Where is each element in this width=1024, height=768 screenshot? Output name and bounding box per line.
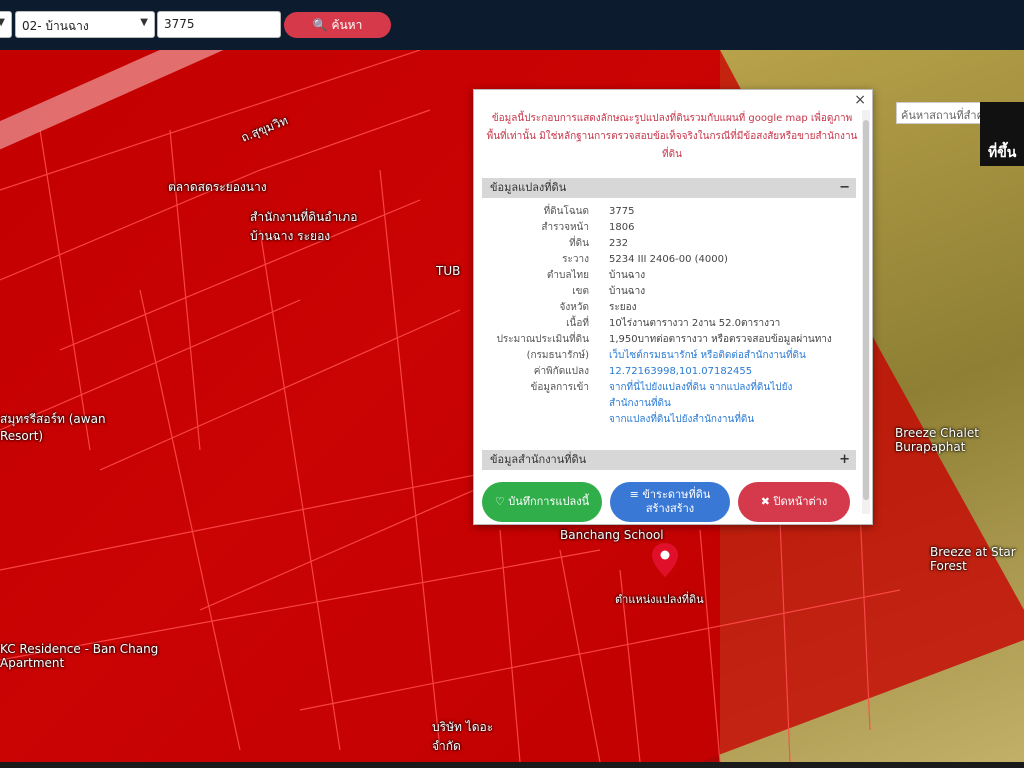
save-parcel-button[interactable]: ♡ บันทึกการแปลงนี้	[482, 482, 602, 522]
field-value: 3775	[609, 206, 635, 217]
field-value: บ้านฉาง	[609, 286, 646, 297]
field-value: 10ไร่งานตารางวา 2งาน 52.0ตารางวา	[609, 318, 781, 329]
field-label: ระวาง	[562, 254, 589, 265]
field-label: ค่าพิกัดแปลง	[533, 366, 589, 377]
field-value: 1806	[609, 222, 635, 233]
field-value: 1,950บาทต่อตารางวา หรือตรวจสอบข้อมูลผ่าน…	[609, 334, 832, 345]
close-window-button[interactable]: ✖ ปิดหน้าต่าง	[738, 482, 850, 522]
field-label: เขต	[572, 286, 589, 297]
chevron-down-icon: ▼	[0, 17, 5, 28]
disclaimer-text: ข้อมูลนี้ประกอบการแสดงลักษณะรูปแปลงที่ดิ…	[486, 113, 858, 160]
field-label: (กรมธนารักษ์)	[526, 350, 589, 361]
tub-label: TUB	[436, 264, 461, 278]
field-value: บ้านฉาง	[609, 270, 646, 281]
field-link[interactable]: 12.72163998,101.07182455	[609, 364, 854, 380]
field-label: ตำบลไทย	[546, 270, 589, 281]
field-label: ประมาณประเมินที่ดิน	[496, 334, 589, 345]
section-land-title: ข้อมูลแปลงที่ดิน	[490, 181, 567, 194]
field-link[interactable]: จากที่นี่ไปยังแปลงที่ดิน จากแปลงที่ดินไป…	[609, 380, 854, 396]
pin-label: ตำแหน่งแปลงที่ดิน	[615, 593, 704, 606]
section-office-header[interactable]: ข้อมูลสำนักงานที่ดิน +	[482, 450, 856, 470]
company-label: บริษัท ไดอะ จำกัด	[432, 720, 494, 753]
field-label: สำรวจหน้า	[541, 222, 589, 233]
district-office-label: สำนักงานที่ดินอำเภอบ้านฉาง ระยอง	[250, 210, 358, 243]
region-select[interactable]: ▼	[0, 11, 12, 38]
field-link[interactable]: เว็บไซต์กรมธนารักษ์ หรือติดต่อสำนักงานที…	[609, 348, 854, 364]
field-link[interactable]: สำนักงานที่ดิน	[609, 396, 854, 412]
search-button-label: ค้นหา	[331, 18, 363, 32]
bottom-bar	[0, 762, 1024, 768]
field-label: ที่ดิน	[569, 238, 589, 249]
side-panel-label: ที่ขึ้น	[988, 145, 1017, 161]
kc-residence-label: KC Residence - Ban Chang Apartment	[0, 642, 159, 670]
search-icon: 🔍	[312, 18, 328, 32]
resort-label: สมุทรรีสอร์ท (awan Resort)	[0, 412, 106, 443]
top-toolbar: ▼ 02- บ้านฉาง ▼ 3775 🔍 ค้นหา	[0, 0, 1024, 50]
field-label: ข้อมูลการเข้า	[530, 382, 589, 393]
scrollbar-thumb[interactable]	[863, 120, 869, 500]
close-icon[interactable]: ×	[854, 92, 866, 108]
field-value: 232	[609, 238, 629, 249]
district-select[interactable]: 02- บ้านฉาง ▼	[15, 11, 155, 38]
field-value: 5234 III 2406-00 (4000)	[609, 254, 728, 265]
breeze-star-label: Breeze at Star Forest	[930, 545, 1016, 573]
breeze-chalet-label: Breeze Chalet Burapaphat	[895, 426, 979, 454]
section-land-header[interactable]: ข้อมูลแปลงที่ดิน −	[482, 178, 856, 198]
parcel-number-input[interactable]: 3775	[157, 11, 281, 38]
share-parcel-button[interactable]: ≡ ข้าระดาษที่ดิน สร้างสร้าง	[610, 482, 730, 522]
parcel-info-popup: × ข้อมูลนี้ประกอบการแสดงลักษณะรูปแปลงที่…	[473, 89, 873, 525]
school-label: Banchang School	[560, 528, 664, 542]
field-value: ระยอง	[609, 302, 637, 313]
field-link[interactable]: จากแปลงที่ดินไปยังสำนักงานที่ดิน	[609, 412, 854, 428]
chevron-down-icon: ▼	[140, 17, 148, 28]
market-label: ตลาดสดระยองนาง	[168, 180, 267, 194]
side-panel-button[interactable]: ที่ขึ้น	[980, 102, 1024, 166]
expand-icon[interactable]: +	[839, 450, 850, 470]
district-select-value: 02- บ้านฉาง	[22, 19, 89, 33]
collapse-icon[interactable]: −	[839, 178, 850, 198]
field-label: เนื้อที่	[566, 318, 589, 329]
location-pin-icon[interactable]	[652, 543, 678, 577]
field-label: จังหวัด	[559, 302, 589, 313]
popup-scrollbar[interactable]	[862, 110, 870, 514]
parcel-number-value: 3775	[164, 17, 195, 31]
search-button[interactable]: 🔍 ค้นหา	[284, 12, 391, 38]
section-office-title: ข้อมูลสำนักงานที่ดิน	[490, 453, 587, 466]
field-label: ที่ดินโฉนด	[543, 206, 589, 217]
